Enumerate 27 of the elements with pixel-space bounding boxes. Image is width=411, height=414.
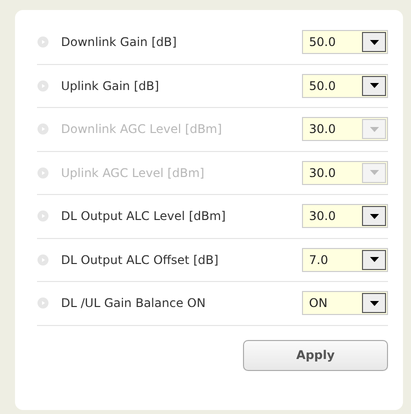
caret-icon [370,40,378,45]
bullet-icon [37,254,49,266]
value-dropdown[interactable]: 50.0 [302,30,388,54]
caret-icon [370,83,378,88]
bullet-icon [37,36,49,48]
setting-label: DL Output ALC Offset [dB] [61,252,220,267]
caret-icon [370,300,378,306]
setting-label: Uplink Gain [dB] [61,78,160,93]
caret-icon [370,214,378,219]
bullet-icon [37,297,49,310]
bullet-icon [37,80,49,92]
apply-button[interactable]: Apply [243,340,388,370]
bullet-icon [37,166,49,179]
setting-label: DL /UL Gain Balance ON [61,296,207,310]
caret-icon [370,126,378,132]
setting-label: DL Output ALC Level [dBm] [61,209,227,224]
bullet-icon [37,210,49,222]
value-dropdown[interactable]: 30.0 [302,204,388,228]
bullet-icon [37,123,49,136]
value-dropdown[interactable]: 50.0 [302,74,388,98]
caret-icon [370,170,378,176]
value-dropdown[interactable]: 7.0 [302,248,388,272]
caret-icon [370,257,378,262]
setting-label: Downlink AGC Level [dBm] [61,122,223,136]
value-dropdown[interactable]: ON [302,291,388,316]
setting-label: Downlink Gain [dB] [61,35,178,50]
setting-label: Uplink AGC Level [dBm] [61,166,206,180]
